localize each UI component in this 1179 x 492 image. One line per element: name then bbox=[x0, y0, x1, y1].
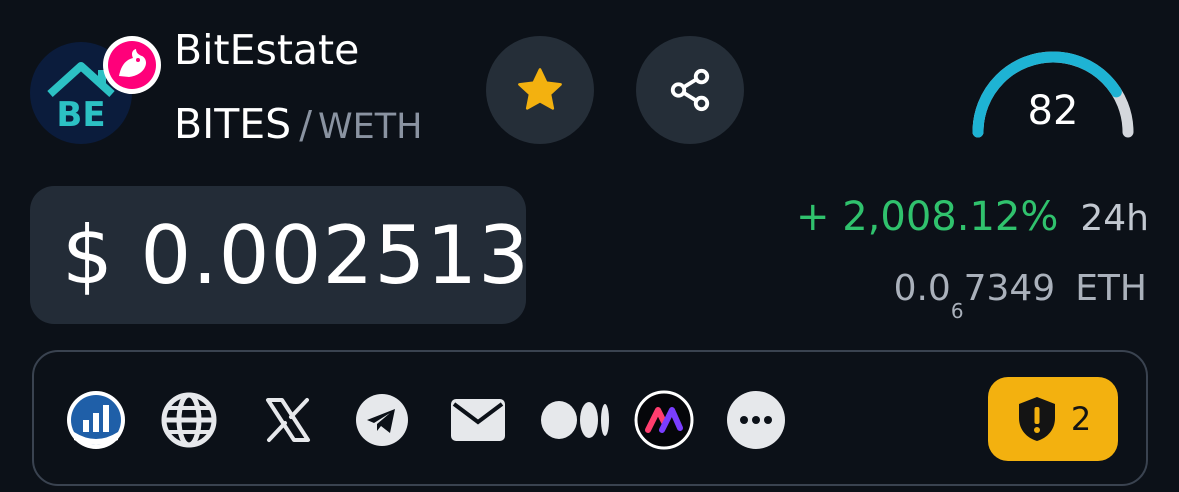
eth-zero-count: 6 bbox=[950, 299, 964, 323]
shield-alert-icon bbox=[1018, 397, 1055, 441]
eth-digits: 7349 bbox=[963, 268, 1056, 309]
x-link[interactable] bbox=[258, 390, 318, 450]
change-period: 24h bbox=[1080, 198, 1149, 239]
email-link[interactable] bbox=[448, 390, 508, 450]
eth-prefix: 0.0 bbox=[893, 268, 951, 309]
score-gauge[interactable]: 82 bbox=[966, 40, 1140, 140]
token-logo: BE bbox=[28, 36, 161, 144]
price-change: + 2,008.12% 24h bbox=[796, 194, 1149, 240]
price-usd: $ 0.002513 bbox=[30, 186, 529, 324]
website-link[interactable] bbox=[159, 390, 219, 450]
pair-separator: / bbox=[299, 103, 313, 147]
favorite-button[interactable] bbox=[486, 36, 594, 144]
telegram-icon bbox=[356, 394, 408, 446]
chart-link[interactable] bbox=[66, 390, 126, 450]
app-link[interactable] bbox=[634, 390, 694, 450]
x-icon bbox=[266, 398, 310, 442]
mail-icon bbox=[451, 399, 505, 441]
eth-unit: ETH bbox=[1075, 268, 1147, 309]
more-icon bbox=[727, 391, 785, 449]
base-symbol: BITES bbox=[174, 100, 292, 148]
star-icon bbox=[518, 68, 562, 110]
medium-icon bbox=[541, 401, 609, 439]
logo-text: BE bbox=[56, 95, 105, 135]
share-button[interactable] bbox=[636, 36, 744, 144]
medium-link[interactable] bbox=[540, 390, 610, 450]
globe-icon bbox=[161, 392, 217, 448]
audit-badge[interactable]: 2 bbox=[988, 377, 1118, 461]
trading-pair: BITES / WETH bbox=[174, 100, 422, 148]
change-percent: + 2,008.12% bbox=[796, 194, 1059, 240]
telegram-link[interactable] bbox=[352, 390, 412, 450]
more-button[interactable] bbox=[726, 390, 786, 450]
share-icon bbox=[670, 68, 710, 112]
quote-symbol: WETH bbox=[318, 107, 423, 147]
app-icon bbox=[634, 390, 694, 450]
uniswap-icon bbox=[103, 36, 161, 94]
chart-icon bbox=[67, 391, 125, 449]
links-bar: 2 bbox=[32, 350, 1148, 486]
audit-count: 2 bbox=[1070, 400, 1092, 438]
token-header: BE BitEstate BITES / WETH 82 $ 0.002513 … bbox=[0, 0, 1179, 492]
score-value: 82 bbox=[1027, 88, 1079, 134]
token-name: BitEstate bbox=[174, 26, 360, 74]
price-eth: 0.067349 ETH bbox=[894, 268, 1147, 323]
